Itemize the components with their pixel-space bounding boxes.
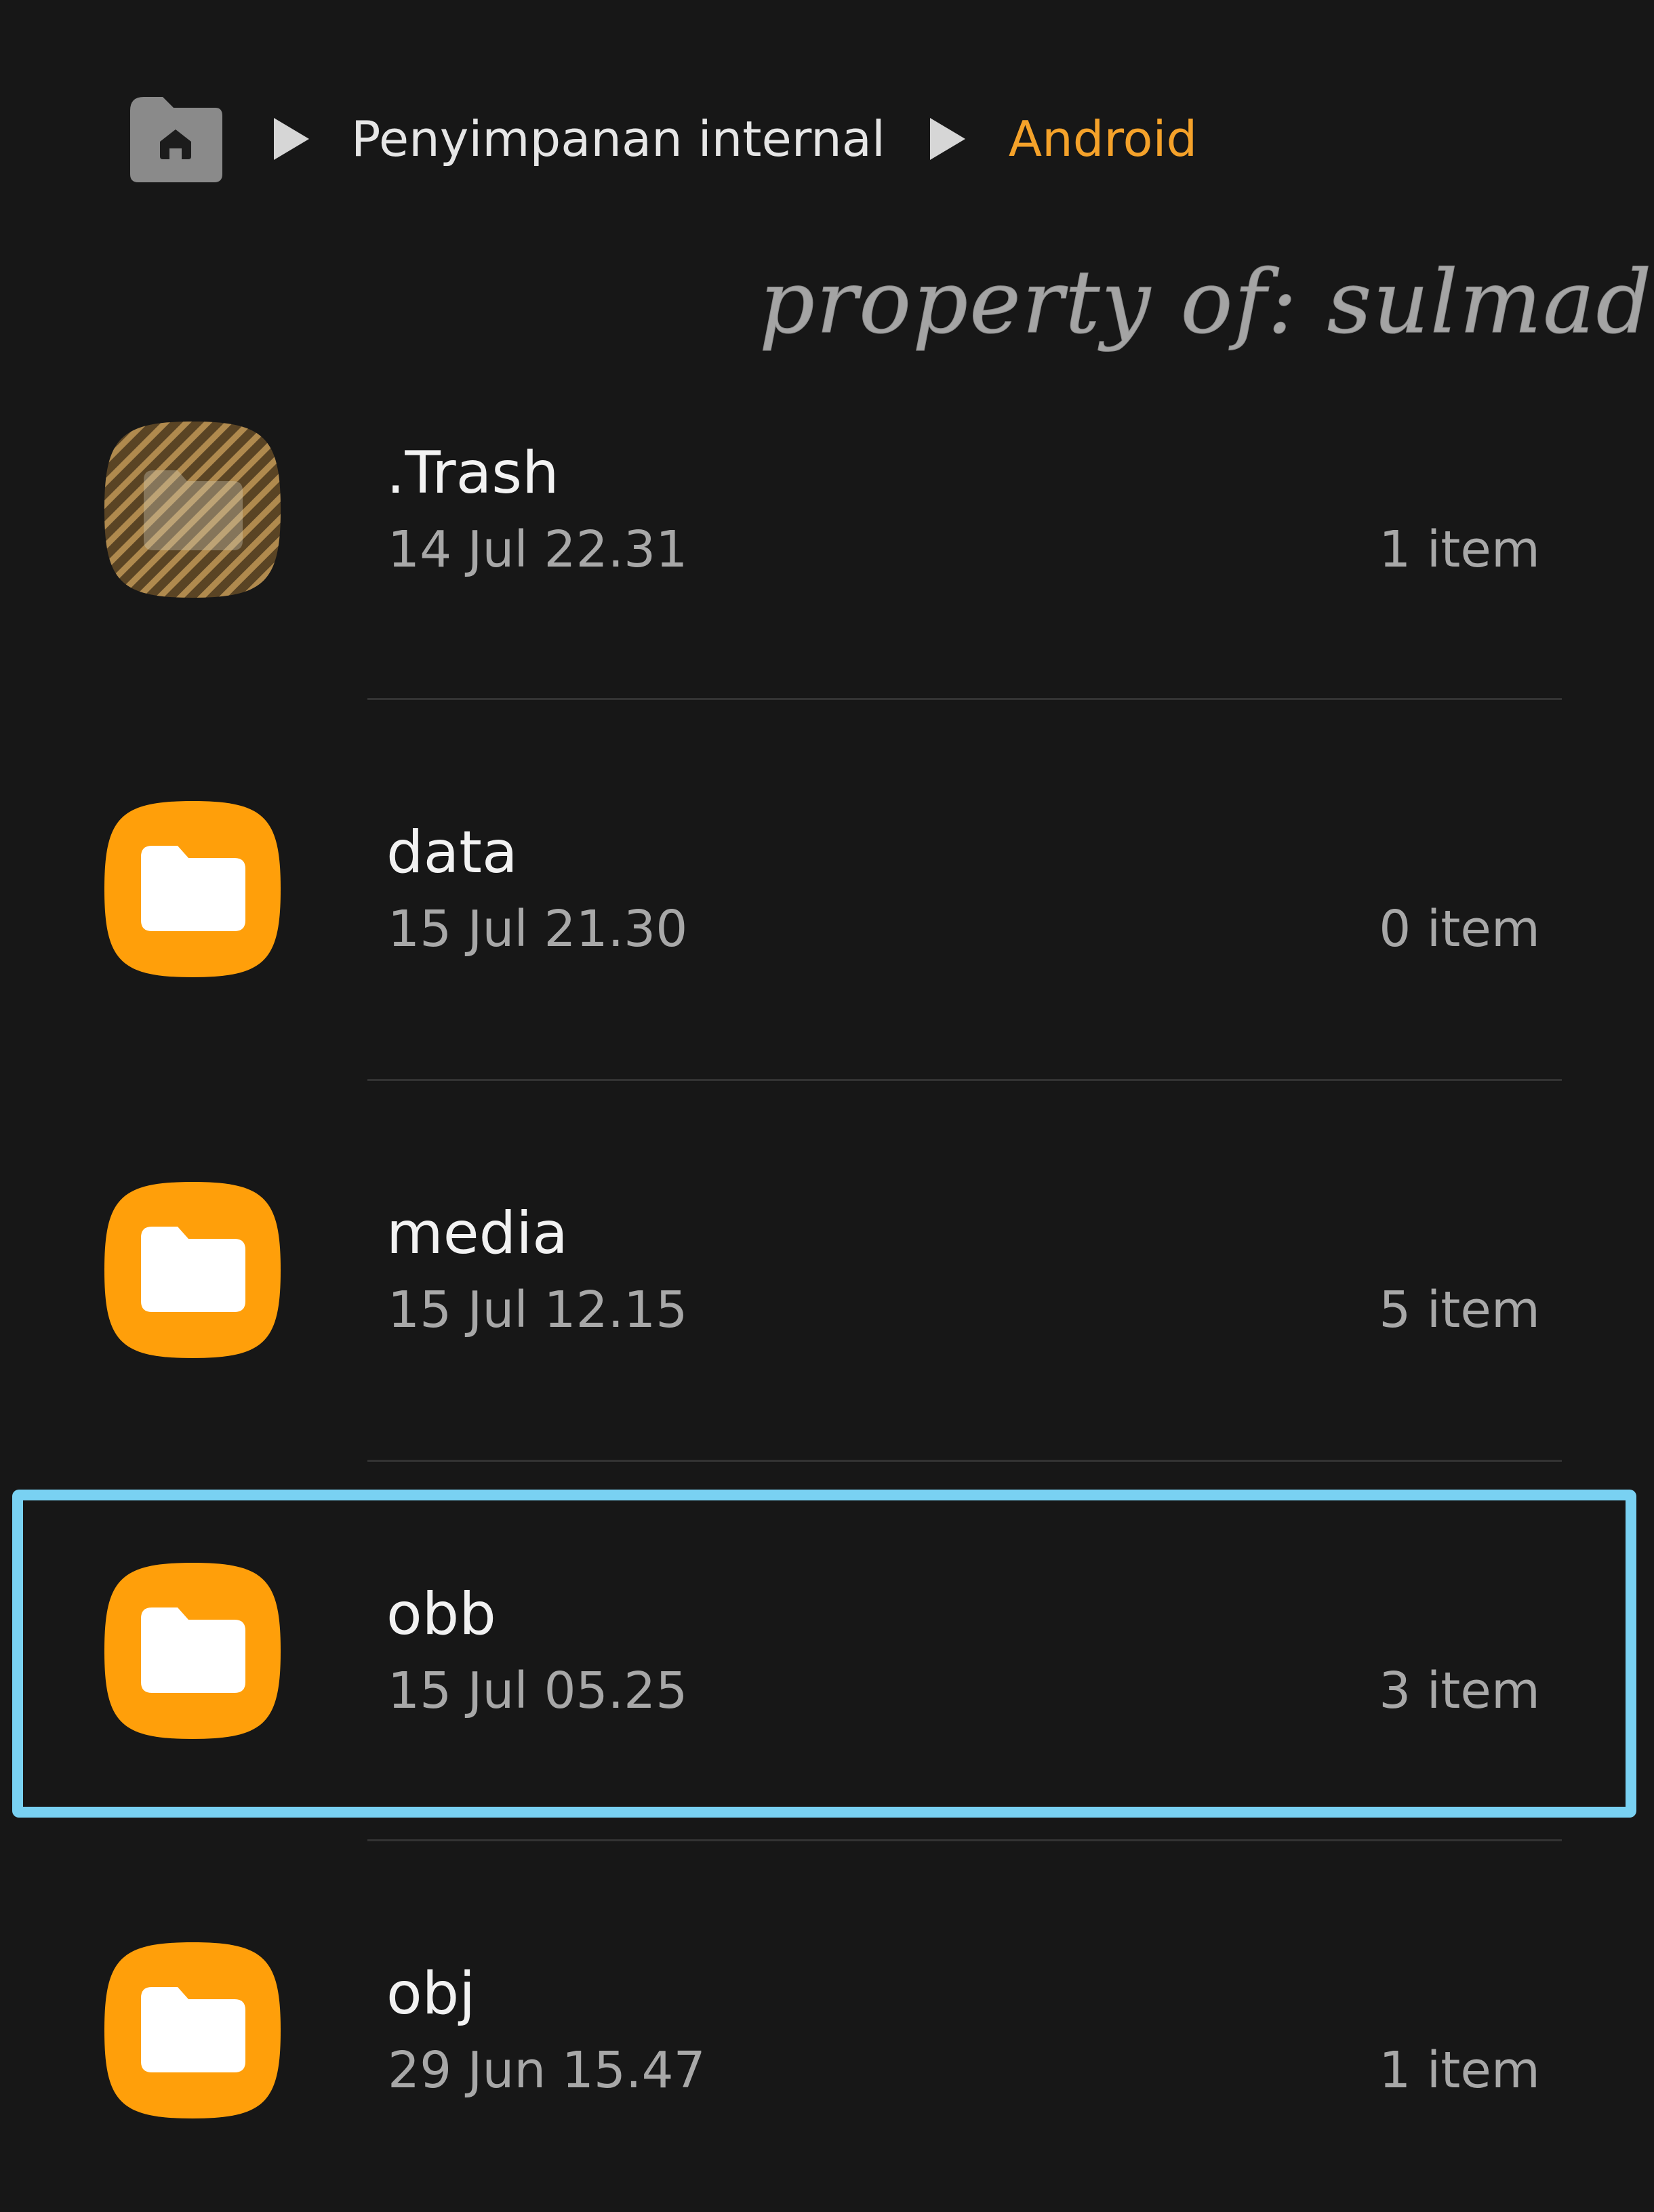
- list-item[interactable]: .Trash 14 Jul 22.31 1 item: [0, 319, 1654, 698]
- file-manager-screen: Penyimpanan internal Android property of…: [0, 0, 1654, 2212]
- file-name: media: [386, 1200, 568, 1267]
- file-item-count: 3 item: [1379, 1662, 1540, 1720]
- file-name: data: [386, 819, 518, 886]
- file-item-count: 1 item: [1379, 520, 1540, 579]
- file-date: 15 Jul 05.25: [388, 1662, 688, 1720]
- list-item[interactable]: data 15 Jul 21.30 0 item: [0, 699, 1654, 1079]
- play-arrow-icon: [926, 115, 969, 163]
- file-item-count: 0 item: [1379, 900, 1540, 958]
- file-name: .Trash: [386, 439, 559, 507]
- file-date: 29 Jun 15.47: [388, 2041, 706, 2100]
- home-folder-icon[interactable]: [121, 91, 230, 186]
- folder-icon: [102, 1940, 283, 2121]
- file-item-count: 5 item: [1379, 1281, 1540, 1339]
- breadcrumb: Penyimpanan internal Android: [121, 88, 1197, 190]
- play-arrow-icon: [270, 115, 313, 163]
- file-name: obb: [386, 1580, 496, 1648]
- folder-icon: [102, 1179, 283, 1361]
- list-item[interactable]: obb 15 Jul 05.25 3 item: [0, 1461, 1654, 1841]
- list-item[interactable]: media 15 Jul 12.15 5 item: [0, 1080, 1654, 1460]
- breadcrumb-android[interactable]: Android: [1009, 110, 1197, 167]
- file-date: 15 Jul 12.15: [388, 1281, 688, 1339]
- folder-icon: [102, 798, 283, 980]
- file-item-count: 1 item: [1379, 2041, 1540, 2100]
- trash-folder-icon: [102, 419, 283, 600]
- file-name: obj: [386, 1960, 476, 2028]
- breadcrumb-internal-storage[interactable]: Penyimpanan internal: [351, 110, 885, 167]
- folder-icon: [102, 1560, 283, 1742]
- file-date: 15 Jul 21.30: [388, 900, 688, 958]
- list-item[interactable]: obj 29 Jun 15.47 1 item: [0, 1841, 1654, 2212]
- file-date: 14 Jul 22.31: [388, 520, 688, 579]
